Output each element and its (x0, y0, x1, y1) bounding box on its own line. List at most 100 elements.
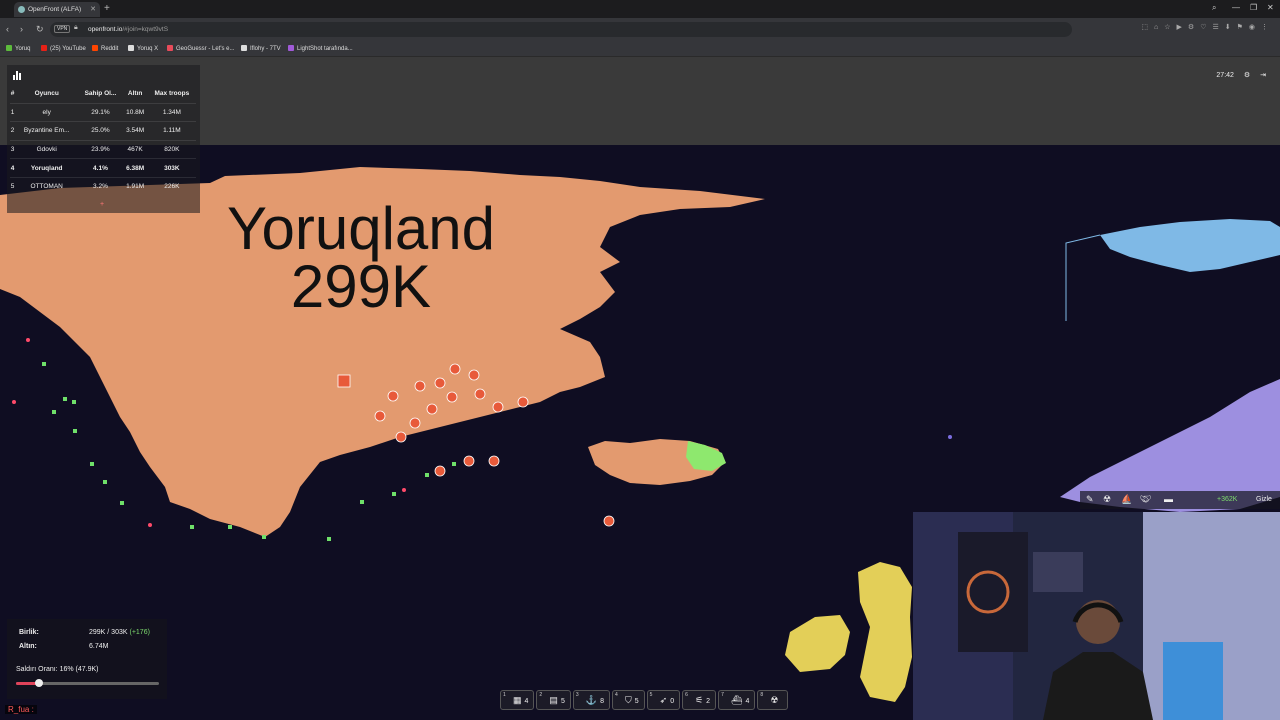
chat-input-line[interactable]: R_fua : (5, 705, 37, 714)
build-slot-sam-launcher[interactable]: 6 ⚟ 2 (682, 690, 717, 710)
leaderboard-cell-gold: 3.54M (122, 121, 148, 141)
warship-icon: ⛴ (731, 695, 743, 705)
leaderboard-row[interactable]: 5 OTTOMAN 3.2% 1.91M 226K (10, 176, 196, 196)
leaderboard-cell-troops: 820K (147, 139, 196, 159)
alliance-icon[interactable]: 🤝︎ (1140, 494, 1151, 505)
back-icon[interactable]: ‹ (6, 24, 9, 34)
bookmark-item[interactable]: Iflohy - 7TV (241, 44, 281, 54)
build-slot-warship[interactable]: 7 ⛴ 4 (718, 690, 756, 710)
build-slot-missile-silo[interactable]: 5 ➶ 0 (646, 690, 681, 710)
bookmark-item[interactable]: Yoruq (6, 44, 30, 54)
boat-icon[interactable]: ⛵ (1121, 494, 1132, 505)
leaderboard-cell-gold: 10.8M (122, 102, 148, 122)
build-count: 2 (706, 698, 711, 705)
hotkey-label: 3 (575, 692, 579, 698)
reload-icon[interactable]: ↻ (36, 24, 44, 35)
leaderboard-row[interactable]: 4 Yoruqland 4.1% 6.38M 303K (10, 158, 196, 178)
gold-row: Altın: 6.74M (19, 643, 108, 650)
new-tab-button[interactable]: + (104, 2, 114, 16)
leaderboard-row[interactable]: 3 Gdovki 23.9% 467K 820K (10, 139, 196, 159)
enemy-territory-svalbard (1100, 219, 1280, 272)
build-slot-port[interactable]: 3 ⚓ 8 (572, 690, 610, 710)
lock-icon[interactable]: 🔒︎ (74, 24, 78, 32)
minimize-icon[interactable]: — (1232, 3, 1240, 12)
build-count: 8 (600, 698, 604, 705)
build-slot-city[interactable]: 1 ▦ 4 (500, 690, 535, 710)
build-slot-factory[interactable]: 2 ▤ 5 (536, 690, 571, 710)
tab-title: OpenFront (ALFA) (28, 6, 82, 13)
sam-launcher-icon: ⚟ (695, 695, 704, 705)
right-toolbar: ✎ ☢ ⛵ 🤝︎ ▬ +362K Gizle (1080, 491, 1280, 509)
vpn-badge[interactable]: VPN (54, 25, 71, 33)
url-field[interactable]: VPN 🔒︎ openfront.io/#join=kqwt9vtS (50, 22, 1072, 37)
bookmark-label: Iflohy - 7TV (250, 46, 281, 52)
bookmark-label: Reddit (101, 46, 119, 52)
gold-value: 6.74M (89, 643, 109, 650)
bookmark-icon (41, 45, 47, 51)
leaderboard-cell-name: Gdovki (15, 139, 79, 159)
leaderboard-cell-name: ely (15, 102, 79, 122)
bookmark-label: GeoGuessr - Let's e... (176, 46, 235, 52)
bookmark-item[interactable]: Yoruq X (128, 44, 158, 54)
nuke-icon: ☢ (770, 695, 779, 705)
enemy-territory-ireland (785, 615, 850, 672)
settings-icon[interactable]: ⚙ (1244, 72, 1250, 79)
leaderboard-cell-owned: 29.1% (78, 102, 123, 122)
header-player: Oyuncu (34, 90, 59, 98)
build-slot-nuke[interactable]: 8 ☢ (757, 690, 788, 710)
bookmark-icon (241, 45, 247, 51)
hotkey-label: 2 (539, 692, 543, 698)
exit-icon[interactable]: ⇥ (1260, 72, 1266, 79)
close-tab-icon[interactable]: ✕ (90, 2, 96, 17)
game-canvas[interactable]: # Oyuncu Sahip Ol... Altın Max troops 1e… (0, 57, 1280, 720)
leaderboard-panel: # Oyuncu Sahip Ol... Altın Max troops 1e… (7, 65, 200, 213)
leaderboard-row[interactable]: 2 Byzantine Em... 25.0% 3.54M 1.11M (10, 121, 196, 141)
bookmarks-bar: Yoruq (25) YouTube Reddit Yoruq X GeoGuessr … (0, 41, 1280, 57)
pencil-icon[interactable]: ✎ (1086, 494, 1094, 505)
browser-tab[interactable]: OpenFront (ALFA) ✕ (14, 2, 100, 17)
attack-ratio-knob[interactable] (34, 679, 43, 687)
bookmark-item[interactable]: GeoGuessr - Let's e... (167, 44, 235, 54)
hide-button[interactable]: Gizle (1256, 496, 1272, 503)
attack-ratio-label: Saldırı Oranı: 16% (47.9K) (16, 666, 99, 673)
bookmark-icon (6, 45, 12, 51)
leaderboard-table: # Oyuncu Sahip Ol... Altın Max troops 1e… (10, 85, 196, 196)
leaderboard-cell-name: OTTOMAN (15, 176, 79, 196)
close-window-icon[interactable]: ✕ (1267, 3, 1274, 12)
attack-ratio-slider[interactable] (16, 679, 159, 687)
forward-icon[interactable]: › (20, 24, 23, 34)
hotkey-label: 1 (503, 692, 506, 698)
enemy-territory-britain (858, 562, 912, 702)
leaderboard-cell-gold: 1.91M (122, 176, 148, 196)
header-owned: Sahip Ol... (84, 90, 117, 98)
build-slot-defense-post[interactable]: 4 ⛉ 5 (611, 690, 645, 710)
defense-post-icon: ⛉ (624, 695, 632, 705)
game-timer: 27:42 (1216, 72, 1234, 79)
port-icon: ⚓ (585, 695, 598, 705)
expand-leaderboard-button[interactable]: + (100, 201, 104, 208)
address-bar: ‹ › ↻ VPN 🔒︎ openfront.io/#join=kqwt9vtS… (0, 18, 1280, 41)
extension-icons[interactable]: ⬚⌂☆▶⚙♡☰⬇⚑◉⋮ (1141, 23, 1274, 31)
chat-icon[interactable]: ▬ (1164, 494, 1173, 504)
build-count: 4 (524, 698, 529, 705)
restore-icon[interactable]: ❐ (1250, 3, 1257, 12)
leaderboard-icon[interactable] (13, 71, 22, 80)
build-count: 0 (670, 698, 675, 705)
nuke-toggle-icon[interactable]: ☢ (1103, 494, 1111, 505)
tab-bar: OpenFront (ALFA) ✕ + ⌕ — ❐ ✕ (0, 0, 1280, 18)
top-right-controls: 27:42 ⚙ ⇥ (1208, 71, 1266, 79)
missile-silo-icon: ➶ (659, 695, 668, 705)
bookmark-item[interactable]: (25) YouTube (41, 44, 86, 54)
hotkey-label: 8 (760, 692, 764, 698)
bookmark-icon (167, 45, 173, 51)
leaderboard-row[interactable]: 1 ely 29.1% 10.8M 1.34M (10, 102, 196, 122)
search-tabs-icon[interactable]: ⌕ (1212, 3, 1216, 13)
bookmark-item[interactable]: Reddit (92, 44, 118, 54)
player-name-label: Yoruqland (226, 195, 496, 262)
city-icon: ▦ (513, 695, 522, 705)
bookmark-item[interactable]: LightShot tarafında... (288, 44, 353, 54)
build-count: 5 (634, 698, 639, 705)
hotkey-label: 5 (649, 692, 653, 698)
leaderboard-cell-troops: 1.34M (147, 102, 196, 122)
build-count: 5 (560, 698, 565, 705)
